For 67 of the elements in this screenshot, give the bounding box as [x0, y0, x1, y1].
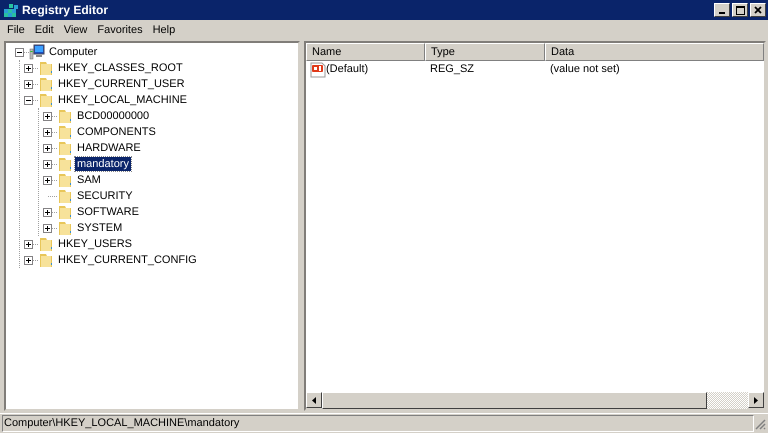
- collapse-toggle[interactable]: [15, 48, 24, 56]
- folder-icon: [57, 140, 73, 156]
- expand-toggle[interactable]: [43, 160, 52, 168]
- folder-icon: [57, 108, 73, 124]
- maximize-button[interactable]: [732, 3, 748, 17]
- expand-toggle[interactable]: [43, 112, 52, 120]
- table-cell-text: REG_SZ: [430, 62, 474, 78]
- scroll-left-button[interactable]: [306, 392, 322, 408]
- expand-toggle[interactable]: [24, 256, 33, 264]
- folder-icon: [38, 76, 54, 92]
- folder-icon: [38, 236, 54, 252]
- tree-item[interactable]: HKEY_CURRENT_CONFIG: [56, 253, 199, 267]
- folder-icon: [38, 252, 54, 268]
- menu-item[interactable]: View: [58, 22, 92, 38]
- tree-item[interactable]: SAM: [75, 173, 103, 187]
- left-arrow-icon: [312, 396, 316, 404]
- minimize-button[interactable]: [714, 3, 730, 17]
- folder-icon: [57, 172, 73, 188]
- close-icon: [754, 6, 762, 14]
- maximize-icon: [736, 6, 744, 14]
- computer-icon: [29, 44, 45, 60]
- tree-item[interactable]: HKEY_USERS: [56, 237, 134, 251]
- tree-item[interactable]: SOFTWARE: [75, 205, 141, 219]
- menu-item[interactable]: Favorites: [92, 22, 148, 38]
- folder-icon: [57, 220, 73, 236]
- folder-icon: [57, 156, 73, 172]
- expand-toggle[interactable]: [43, 128, 52, 136]
- expand-toggle[interactable]: [43, 224, 52, 232]
- menu-item[interactable]: Edit: [30, 22, 59, 38]
- folder-icon: [57, 204, 73, 220]
- menu-item[interactable]: Help: [148, 22, 180, 38]
- expand-toggle[interactable]: [43, 144, 52, 152]
- folder-icon: [38, 92, 54, 108]
- scroll-right-button[interactable]: [748, 392, 764, 408]
- registry-icon: [3, 2, 19, 18]
- folder-icon: [57, 124, 73, 140]
- tree-item[interactable]: mandatory: [75, 157, 131, 171]
- window-title: Registry Editor: [22, 2, 110, 19]
- column-header[interactable]: Data: [545, 43, 764, 61]
- value-name: (Default): [326, 62, 368, 78]
- status-text: Computer\HKEY_LOCAL_MACHINE\mandatory: [2, 415, 754, 432]
- tree-item[interactable]: COMPONENTS: [75, 125, 158, 139]
- tree-item[interactable]: HKEY_CURRENT_USER: [56, 77, 187, 91]
- tree-item[interactable]: HKEY_CLASSES_ROOT: [56, 61, 185, 75]
- column-header[interactable]: Name: [306, 43, 425, 61]
- expand-toggle[interactable]: [43, 176, 52, 184]
- folder-icon: [57, 188, 73, 204]
- tree-item[interactable]: HKEY_LOCAL_MACHINE: [56, 93, 189, 107]
- expand-toggle[interactable]: [24, 64, 33, 72]
- string-value-icon: [310, 62, 326, 78]
- expand-toggle[interactable]: [24, 240, 33, 248]
- expand-toggle[interactable]: [43, 208, 52, 216]
- close-button[interactable]: [750, 3, 766, 17]
- folder-icon: [38, 60, 54, 76]
- expand-toggle[interactable]: [24, 80, 33, 88]
- table-cell-text: (value not set): [550, 62, 620, 78]
- column-header[interactable]: Type: [425, 43, 545, 61]
- collapse-toggle[interactable]: [24, 96, 33, 104]
- tree-item[interactable]: SYSTEM: [75, 221, 124, 235]
- tree-item[interactable]: HARDWARE: [75, 141, 143, 155]
- tree-item[interactable]: BCD00000000: [75, 109, 152, 123]
- tree-item[interactable]: SECURITY: [75, 189, 135, 203]
- menu-item[interactable]: File: [2, 22, 30, 38]
- tree-item[interactable]: Computer: [47, 45, 100, 59]
- scrollbar-thumb[interactable]: [322, 392, 707, 409]
- right-arrow-icon: [754, 396, 758, 404]
- resize-grip-icon: [754, 418, 766, 430]
